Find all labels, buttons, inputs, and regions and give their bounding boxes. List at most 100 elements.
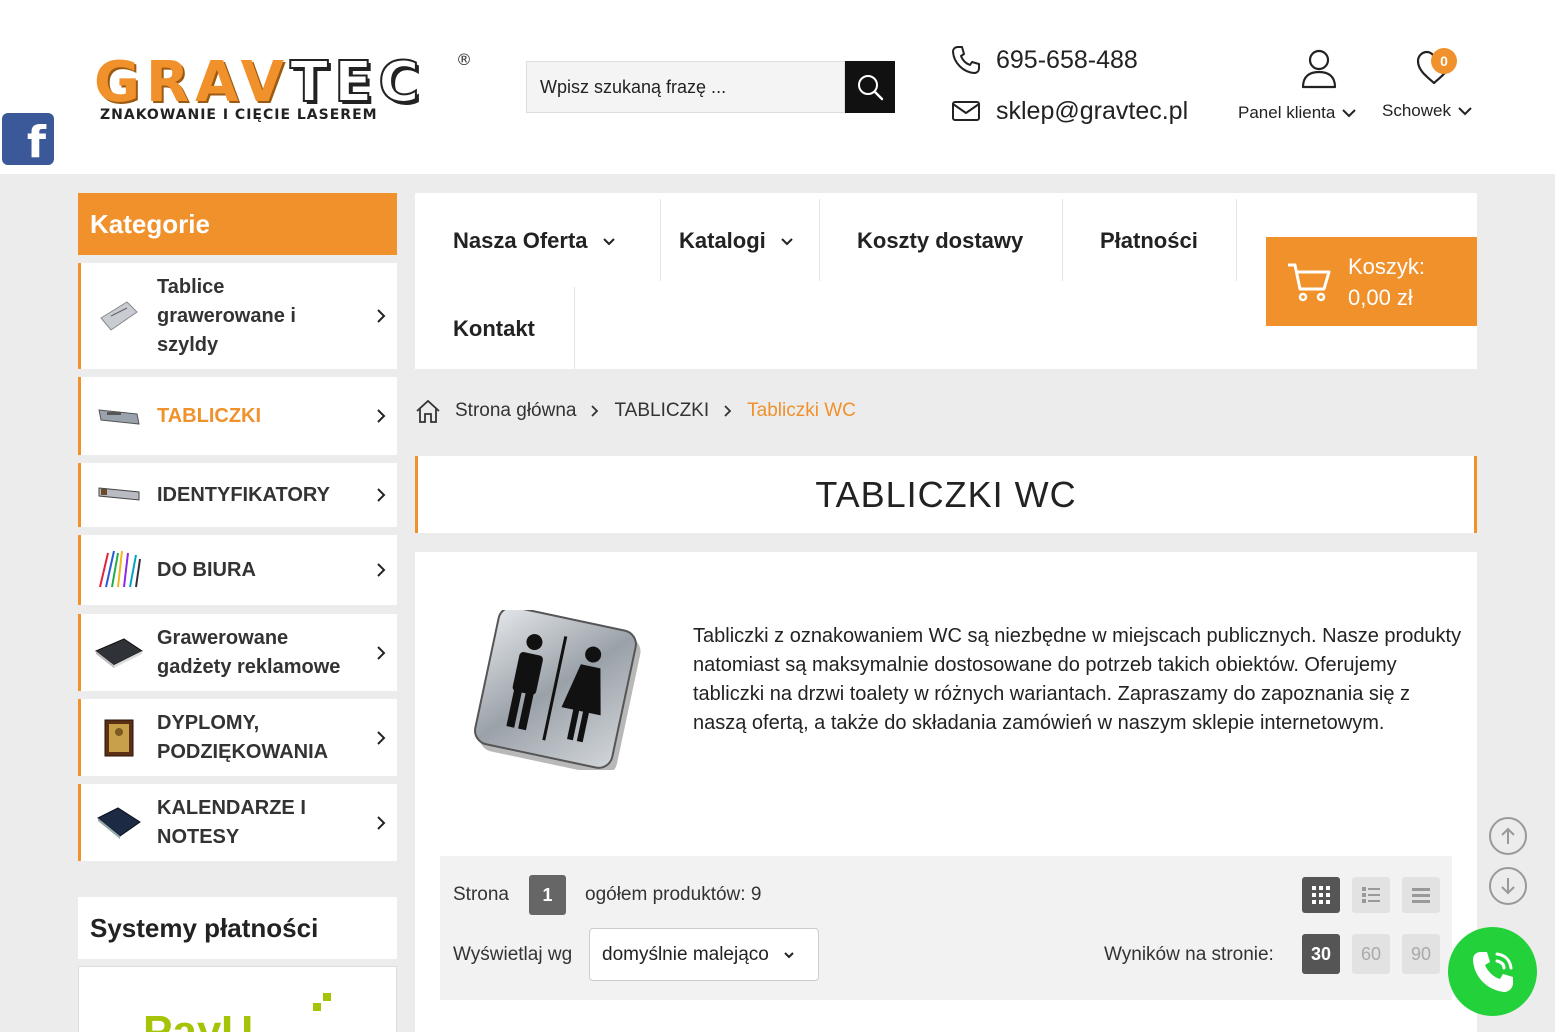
site-logo[interactable]: GRAVTEC ® ZNAKOWANIE I CIĘCIE LASEREM xyxy=(94,49,474,126)
chevron-down-icon xyxy=(1458,107,1472,116)
account-panel-label: Panel klienta xyxy=(1238,103,1336,122)
cart-icon xyxy=(1288,263,1331,301)
page-title: TABLICZKI WC xyxy=(815,473,1077,515)
category-thumbnail xyxy=(81,298,157,334)
sidebar-item-tablice[interactable]: Tablice grawerowane i szyldy xyxy=(78,263,397,369)
wishlist-count-badge: 0 xyxy=(1431,48,1457,74)
per-page-label: Wyników na stronie: xyxy=(1104,944,1274,965)
category-description: Tabliczki z oznakowaniem WC są niezbędne… xyxy=(693,625,1462,734)
logo-tagline: ZNAKOWANIE I CIĘCIE LASEREM xyxy=(100,107,378,123)
category-thumbnail xyxy=(81,718,157,758)
category-thumbnail xyxy=(81,637,157,669)
call-button[interactable] xyxy=(1448,927,1537,1016)
nav-kontakt[interactable]: Kontakt xyxy=(453,316,535,342)
search-button[interactable] xyxy=(845,61,895,113)
menu-lines-icon xyxy=(1412,888,1430,903)
wishlist-label: Schowek xyxy=(1382,101,1451,120)
email-contact[interactable]: sklep@gravtec.pl xyxy=(950,95,1188,127)
list-view-button[interactable] xyxy=(1352,877,1390,913)
chevron-down-icon xyxy=(1342,109,1357,118)
category-thumbnail xyxy=(81,549,157,591)
sort-label: Wyświetlaj wg xyxy=(453,944,573,965)
breadcrumb-tabliczki[interactable]: TABLICZKI xyxy=(614,400,709,422)
sidebar-item-label: IDENTYFIKATORY xyxy=(157,483,330,506)
compact-list-view-button[interactable] xyxy=(1402,877,1440,913)
nav-koszty-dostawy[interactable]: Koszty dostawy xyxy=(857,228,1023,254)
page-number-button[interactable]: 1 xyxy=(529,875,566,915)
chevron-right-icon xyxy=(591,405,599,417)
category-thumbnail xyxy=(81,484,157,506)
sidebar-item-tabliczki[interactable]: TABLICZKI xyxy=(78,377,397,455)
payments-logo-box: PayU xyxy=(78,966,397,1032)
nav-platnosci[interactable]: Płatności xyxy=(1100,228,1198,254)
grid-icon xyxy=(1312,886,1330,904)
breadcrumb-home[interactable]: Strona główna xyxy=(455,400,576,422)
chevron-right-icon xyxy=(377,409,386,423)
sidebar-item-label: KALENDARZE I NOTESY xyxy=(157,796,306,848)
chevron-down-icon xyxy=(781,237,793,245)
cart-total: 0,00 zł xyxy=(1348,284,1413,310)
home-icon[interactable] xyxy=(415,398,441,424)
sidebar-item-label: Grawerowane gadżety reklamowe xyxy=(157,626,341,678)
chevron-right-icon xyxy=(377,730,386,745)
chevron-right-icon xyxy=(377,563,386,577)
site-header: GRAVTEC ® ZNAKOWANIE I CIĘCIE LASEREM 69… xyxy=(0,0,1555,174)
chevron-down-icon xyxy=(784,951,794,958)
phone-number[interactable]: 695-658-488 xyxy=(996,46,1138,75)
phone-contact[interactable]: 695-658-488 xyxy=(950,44,1138,76)
search-input[interactable] xyxy=(526,61,845,113)
sidebar-item-dyplomy[interactable]: DYPLOMY, PODZIĘKOWANIA xyxy=(78,699,397,776)
mail-icon xyxy=(952,101,980,121)
grid-view-button[interactable] xyxy=(1302,877,1340,913)
payu-logo: PayU xyxy=(143,1007,254,1032)
arrow-down-icon xyxy=(1501,878,1515,895)
facebook-icon[interactable]: f xyxy=(2,113,54,165)
scroll-up-button[interactable] xyxy=(1489,817,1527,855)
listing-toolbar: Strona 1 ogółem produktów: 9 Wyświetlaj … xyxy=(440,856,1452,1000)
sidebar-item-kalendarze[interactable]: KALENDARZE I NOTESY xyxy=(78,784,397,861)
per-page-60-button[interactable]: 60 xyxy=(1352,934,1390,974)
chevron-right-icon xyxy=(377,815,386,830)
arrow-up-icon xyxy=(1501,827,1515,844)
nav-nasza-oferta[interactable]: Nasza Oferta xyxy=(453,228,616,254)
scroll-down-button[interactable] xyxy=(1489,867,1527,905)
sidebar-item-gadzety[interactable]: Grawerowane gadżety reklamowe xyxy=(78,614,397,691)
sidebar-item-label: Tablice grawerowane i szyldy xyxy=(157,275,296,356)
list-icon xyxy=(1362,887,1380,903)
categories-heading: Kategorie xyxy=(78,193,397,255)
sidebar-item-label: DO BIURA xyxy=(157,558,256,581)
per-page-30-button[interactable]: 30 xyxy=(1302,934,1340,974)
wc-sign-image xyxy=(474,610,641,770)
payments-heading: Systemy płatności xyxy=(78,897,397,959)
category-thumbnail xyxy=(81,402,157,430)
page-title-box: TABLICZKI WC xyxy=(415,456,1477,533)
chevron-right-icon xyxy=(377,488,386,502)
chevron-right-icon xyxy=(377,309,386,323)
per-page-90-button[interactable]: 90 xyxy=(1402,934,1440,974)
breadcrumb-current: Tabliczki WC xyxy=(747,400,856,421)
search-icon xyxy=(858,75,884,101)
account-panel-menu[interactable]: Panel klienta xyxy=(1238,48,1357,123)
email-address[interactable]: sklep@gravtec.pl xyxy=(996,97,1188,126)
sidebar-item-label: DYPLOMY, PODZIĘKOWANIA xyxy=(157,711,329,763)
phone-icon xyxy=(952,46,980,74)
breadcrumb: Strona główna TABLICZKI Tabliczki WC xyxy=(415,398,856,424)
chevron-right-icon xyxy=(377,645,386,660)
logo-registered-mark: ® xyxy=(456,50,472,69)
sidebar-item-do-biura[interactable]: DO BIURA xyxy=(78,535,397,605)
wishlist-menu[interactable]: Schowek xyxy=(1382,48,1473,121)
category-thumbnail xyxy=(81,806,157,840)
user-icon xyxy=(1301,49,1336,89)
sidebar-item-label: TABLICZKI xyxy=(157,404,262,427)
nav-katalogi[interactable]: Katalogi xyxy=(679,228,794,254)
payu-logo-dots xyxy=(309,993,333,1017)
sort-select-value: domyślnie malejąco xyxy=(602,943,769,965)
phone-call-icon xyxy=(1472,951,1513,992)
sidebar-item-identyfikatory[interactable]: IDENTYFIKATORY xyxy=(78,463,397,527)
sort-select[interactable]: domyślnie malejąco xyxy=(589,928,819,981)
chevron-down-icon xyxy=(602,237,615,245)
chevron-right-icon xyxy=(724,405,732,417)
cart-button[interactable]: Koszyk: 0,00 zł xyxy=(1266,237,1477,326)
total-products: ogółem produktów: 9 xyxy=(585,884,762,905)
cart-label: Koszyk: xyxy=(1348,253,1426,279)
